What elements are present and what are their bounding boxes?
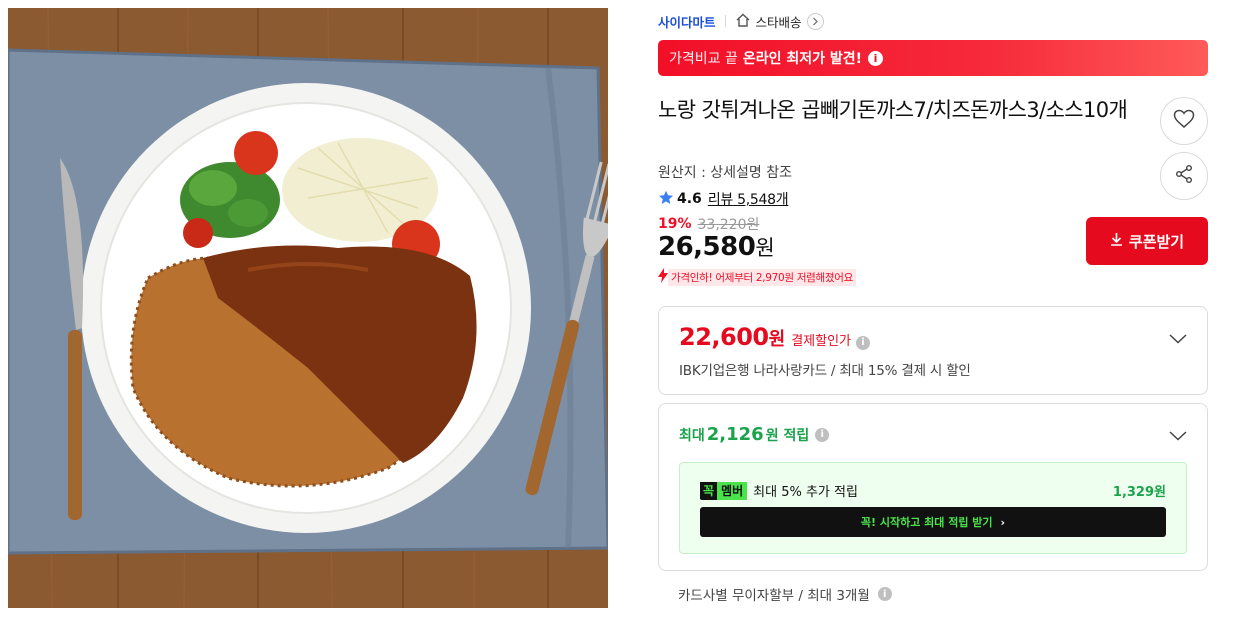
share-button[interactable]	[1160, 152, 1208, 200]
home-icon	[735, 13, 751, 30]
origin-text: 원산지 : 상세설명 참조	[658, 165, 792, 181]
payment-discount-label: 결제할인가	[791, 334, 851, 349]
chevron-down-icon[interactable]	[1169, 329, 1187, 348]
discount-row: 19% 33,220원	[658, 214, 759, 234]
product-image[interactable]	[8, 8, 608, 608]
ggok-member-badge: 꼭 멤버	[700, 481, 748, 500]
member-points: 1,329원	[1112, 485, 1166, 500]
divider	[724, 15, 726, 27]
download-icon	[1110, 232, 1123, 250]
rating-score: 4.6	[677, 191, 702, 207]
info-icon[interactable]: i	[815, 427, 830, 442]
member-desc: 최대 5% 추가 적립	[753, 485, 858, 500]
info-icon[interactable]: i	[856, 335, 870, 350]
info-icon[interactable]: i	[868, 50, 884, 66]
share-icon	[1174, 164, 1194, 188]
store-row: 사이다마트 스타배송	[658, 10, 824, 32]
payment-discount-price: 22,600 원 결제할인가 i	[679, 323, 870, 351]
member-start-button[interactable]: 꼭! 시작하고 최대 적립 받기 ›	[700, 507, 1166, 537]
rating-row: 4.6 리뷰 5,548개	[658, 189, 789, 209]
sale-price-number: 26,580	[658, 232, 756, 262]
payment-card-info: IBK기업은행 나라사랑카드 / 최대 15% 결제 시 할인	[679, 363, 971, 379]
lowest-price-banner[interactable]: 가격비교 끝 온라인 최저가 발견! i	[658, 40, 1208, 76]
original-price: 33,220원	[697, 217, 760, 233]
max-points: 최대 2,126 원 적립 i	[679, 424, 830, 445]
lightning-icon	[658, 268, 668, 287]
price-drop-text: 가격인하! 어제부터 2,970원 저렴해졌어요	[668, 269, 856, 286]
coupon-label: 쿠폰받기	[1128, 232, 1185, 251]
member-row: 꼭 멤버 최대 5% 추가 적립	[700, 481, 858, 500]
info-icon[interactable]: i	[877, 587, 892, 601]
sale-price-unit: 원	[755, 236, 775, 260]
product-photo-illustration	[8, 8, 608, 608]
badge-left: 꼭	[700, 482, 718, 499]
member-benefit-box: 꼭 멤버 최대 5% 추가 적립 1,329원 꼭! 시작하고 최대 적립 받기…	[679, 462, 1187, 554]
product-title: 노랑 갓튀겨나온 곱빼기돈까스7/치즈돈까스3/소스10개	[658, 98, 1128, 122]
payment-discount-box[interactable]: 22,600 원 결제할인가 i IBK기업은행 나라사랑카드 / 최대 15%…	[658, 306, 1208, 395]
review-count-link[interactable]: 리뷰 5,548개	[708, 189, 789, 209]
points-amount: 2,126	[706, 424, 764, 445]
points-prefix: 최대	[679, 427, 705, 444]
price-drop-notice: 가격인하! 어제부터 2,970원 저렴해졌어요	[658, 268, 856, 287]
chevron-right-icon: ›	[1000, 515, 1006, 529]
banner-prefix: 가격비교 끝	[669, 51, 738, 67]
installment-info: 카드사별 무이자할부 / 최대 3개월 i	[678, 584, 892, 604]
star-shipping-label: 스타배송	[755, 14, 802, 30]
discount-percent: 19%	[658, 216, 692, 232]
member-cta-label: 꼭! 시작하고 최대 적립 받기	[860, 516, 993, 529]
heart-icon	[1173, 109, 1195, 133]
payment-price-number: 22,600	[679, 323, 769, 351]
chevron-down-icon[interactable]	[1169, 426, 1187, 445]
points-box[interactable]: 최대 2,126 원 적립 i 꼭 멤버 최대 5% 추가 적립 1,329원 …	[658, 403, 1208, 571]
coupon-download-button[interactable]: 쿠폰받기	[1086, 217, 1208, 265]
points-suffix: 원 적립	[765, 427, 810, 444]
payment-price-unit: 원	[768, 329, 786, 350]
sale-price: 26,580원	[658, 232, 775, 262]
store-name-link[interactable]: 사이다마트	[658, 12, 716, 31]
star-shipping-link[interactable]: 스타배송	[735, 12, 824, 31]
badge-right: 멤버	[717, 481, 748, 500]
like-button[interactable]	[1160, 97, 1208, 145]
banner-highlight: 온라인 최저가 발견!	[742, 51, 863, 67]
star-icon	[658, 190, 674, 209]
installment-text: 카드사별 무이자할부 / 최대 3개월	[678, 588, 870, 604]
chevron-right-icon	[806, 12, 824, 30]
